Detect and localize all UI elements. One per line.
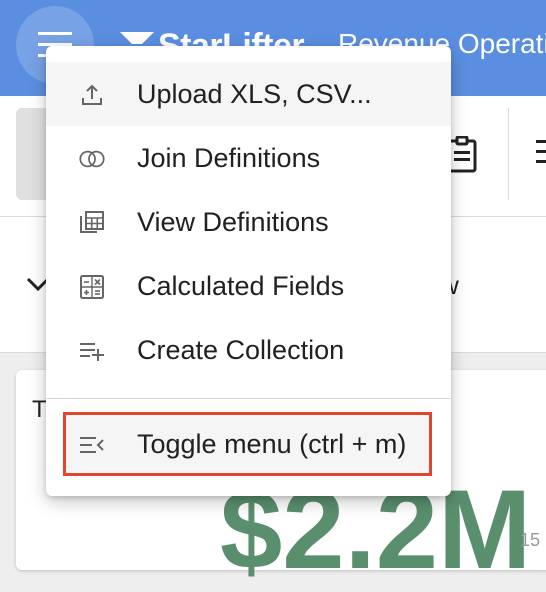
list-icon[interactable] <box>536 136 546 168</box>
menu-item-calculated-fields[interactable]: Calculated Fields <box>46 254 451 318</box>
menu-item-label: Calculated Fields <box>137 270 345 301</box>
playlist-add-icon <box>79 338 105 364</box>
menu-item-label: Join Definitions <box>137 142 321 173</box>
main-menu: Upload XLS, CSV... Join Definitions View… <box>46 46 451 496</box>
menu-item-toggle-menu[interactable]: Toggle menu (ctrl + m) <box>46 412 451 476</box>
menu-item-label: Upload XLS, CSV... <box>137 78 372 109</box>
menu-item-upload[interactable]: Upload XLS, CSV... <box>46 62 451 126</box>
menu-item-view-definitions[interactable]: View Definitions <box>46 190 451 254</box>
menu-item-label: View Definitions <box>137 206 329 237</box>
menu-item-label: Toggle menu (ctrl + m) <box>137 428 407 459</box>
menu-item-create-collection[interactable]: Create Collection <box>46 318 451 382</box>
menu-collapse-icon <box>79 432 105 458</box>
join-icon <box>79 146 105 172</box>
table-icon <box>79 210 105 236</box>
menu-divider <box>46 398 451 399</box>
kpi-secondary: 15 <box>520 530 541 550</box>
calculator-icon <box>79 274 105 300</box>
toolbar-divider <box>508 108 509 200</box>
upload-icon <box>79 82 105 108</box>
menu-item-label: Create Collection <box>137 334 345 365</box>
menu-item-join-definitions[interactable]: Join Definitions <box>46 126 451 190</box>
card-title: T <box>32 396 47 423</box>
